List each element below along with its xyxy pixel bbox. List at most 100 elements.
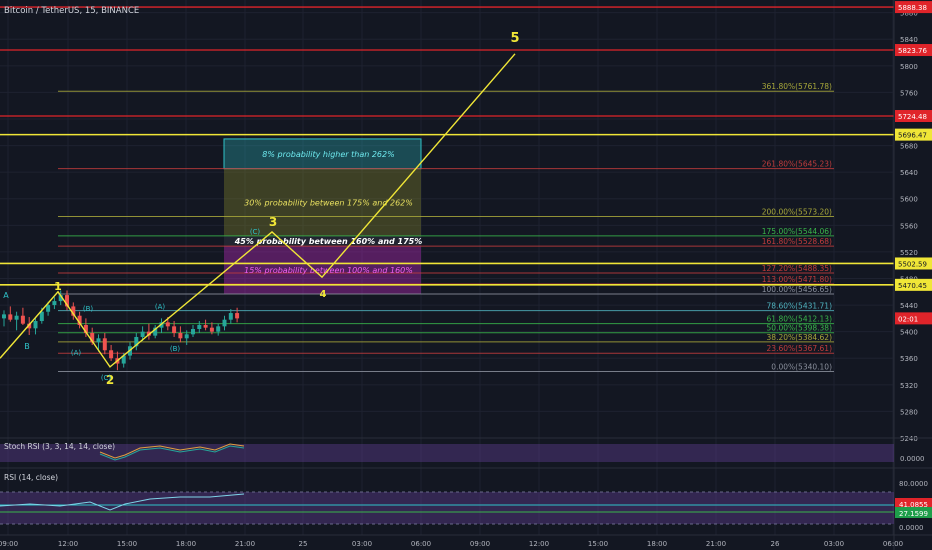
wave-label: (A) <box>155 303 166 311</box>
fib-level-label: 261.80%(5645.23) <box>762 160 832 169</box>
price-axis-tick: 5800 <box>900 63 918 71</box>
wave-label: 4 <box>320 289 327 300</box>
candle-body <box>109 350 114 359</box>
chart-root: 361.80%(5761.78) 261.80%(5645.23) 200.00%(… <box>0 0 932 550</box>
fib-level-label: 127.20%(5488.35) <box>762 264 832 273</box>
price-label-text: 5823.76 <box>898 47 927 55</box>
wave-label: (C) <box>250 228 261 236</box>
time-axis-tick: 12:00 <box>529 540 549 548</box>
rsi-axis-label: 0.0000 <box>899 524 924 532</box>
candle-body <box>102 338 107 351</box>
fib-level-label: 38.20%(5384.62) <box>767 333 833 342</box>
rsi-band <box>0 492 894 524</box>
wave-label: 5 <box>510 31 519 46</box>
price-axis-tick: 5280 <box>900 408 918 416</box>
candle-body <box>228 313 233 320</box>
time-axis-tick: 03:00 <box>352 540 372 548</box>
candle-body <box>96 338 101 343</box>
price-label-text: 5888.38 <box>898 4 927 12</box>
fib-level-label: 161.80%(5528.68) <box>762 237 832 246</box>
rsi-axis-label: 27.1599 <box>899 510 928 518</box>
wave-label: (B) <box>83 305 94 313</box>
candle-body <box>140 331 145 337</box>
candle-body <box>203 325 208 328</box>
candle-body <box>222 319 227 327</box>
time-axis-tick: 21:00 <box>235 540 255 548</box>
price-axis-tick: 5680 <box>900 143 918 151</box>
price-axis-tick: 5560 <box>900 222 918 230</box>
candle-body <box>8 314 13 320</box>
candle-body <box>235 313 240 319</box>
price-label-text: 5724.48 <box>898 113 927 121</box>
wave-label: (B) <box>170 345 181 353</box>
candle-body <box>216 326 221 332</box>
candle-body <box>165 322 170 327</box>
price-label-text: 5696.47 <box>898 132 927 140</box>
price-axis-tick: 5240 <box>900 435 918 443</box>
time-axis-tick: 25 <box>299 540 308 548</box>
fib-level-label: 100.00%(5456.65) <box>762 285 832 294</box>
fib-level-label: 361.80%(5761.78) <box>762 82 832 91</box>
price-axis-tick: 5360 <box>900 355 918 363</box>
probability-box-label: 8% probability higher than 262% <box>262 150 394 159</box>
candle-body <box>33 321 38 329</box>
time-axis-tick: 26 <box>771 540 780 548</box>
wave-label: 1 <box>54 280 62 293</box>
fib-level-label: 113.00%(5471.80) <box>762 275 832 284</box>
time-axis-tick: 09:00 <box>0 540 18 548</box>
probability-box-label: 45% probability between 160% and 175% <box>234 237 423 246</box>
symbol-title: Bitcoin / TetherUS, 15, BINANCE <box>4 6 139 16</box>
candle-body <box>46 305 51 312</box>
price-axis-tick: 5400 <box>900 329 918 337</box>
time-axis-tick: 03:00 <box>824 540 844 548</box>
fib-level-label: 200.00%(5573.20) <box>762 208 832 217</box>
candle-body <box>20 315 25 324</box>
wave-label: (A) <box>71 349 82 357</box>
price-axis-tick: 5600 <box>900 196 918 204</box>
candle-body <box>14 315 19 320</box>
fib-level-label: 0.00%(5340.10) <box>771 362 832 371</box>
candle-body <box>52 301 57 306</box>
rsi-title: RSI (14, close) <box>4 473 58 482</box>
fib-level-label: 61.80%(5412.13) <box>767 315 833 324</box>
wave-label: 3 <box>269 215 277 229</box>
price-axis-tick: 5640 <box>900 169 918 177</box>
time-axis-tick: 06:00 <box>883 540 903 548</box>
time-axis-tick: 12:00 <box>58 540 78 548</box>
candle-body <box>209 327 214 332</box>
price-label-text: 5470.45 <box>898 282 927 290</box>
candle-body <box>2 314 6 319</box>
time-axis-tick: 21:00 <box>706 540 726 548</box>
fib-level-label: 175.00%(5544.06) <box>762 227 832 236</box>
candle-body <box>197 325 202 330</box>
price-label-text: 5502.59 <box>898 260 927 268</box>
rsi-axis-label: 80.0000 <box>899 480 928 488</box>
candle-body <box>172 326 177 333</box>
wave-label: (C) <box>101 374 112 382</box>
price-axis-tick: 5320 <box>900 382 918 390</box>
stoch-rsi-title: Stoch RSI (3, 3, 14, 14, close) <box>4 442 115 451</box>
price-axis-tick: 5840 <box>900 36 918 44</box>
probability-box-label: 30% probability between 175% and 262% <box>244 198 413 207</box>
time-axis-tick: 06:00 <box>411 540 431 548</box>
candle-body <box>178 332 183 339</box>
stoch-rsi-axis-label: 0.0000 <box>900 455 925 463</box>
price-label-text: 02:01 <box>898 315 918 323</box>
candle-body <box>184 334 189 339</box>
fib-level-label: 50.00%(5398.38) <box>767 324 833 333</box>
price-axis-tick: 5760 <box>900 89 918 97</box>
candle-body <box>39 311 44 322</box>
time-axis-tick: 15:00 <box>588 540 608 548</box>
wave-label: B <box>24 342 30 351</box>
fib-level-label: 78.60%(5431.71) <box>767 302 833 311</box>
fib-level-label: 23.60%(5367.61) <box>767 344 833 353</box>
time-axis-tick: 15:00 <box>117 540 137 548</box>
time-axis-tick: 18:00 <box>176 540 196 548</box>
wave-label: A <box>3 291 9 300</box>
time-axis-tick: 18:00 <box>647 540 667 548</box>
price-axis-tick: 5440 <box>900 302 918 310</box>
price-chart[interactable]: 361.80%(5761.78) 261.80%(5645.23) 200.00%(… <box>0 0 932 550</box>
candle-body <box>191 329 195 335</box>
time-axis-tick: 09:00 <box>470 540 490 548</box>
price-axis-tick: 5520 <box>900 249 918 257</box>
